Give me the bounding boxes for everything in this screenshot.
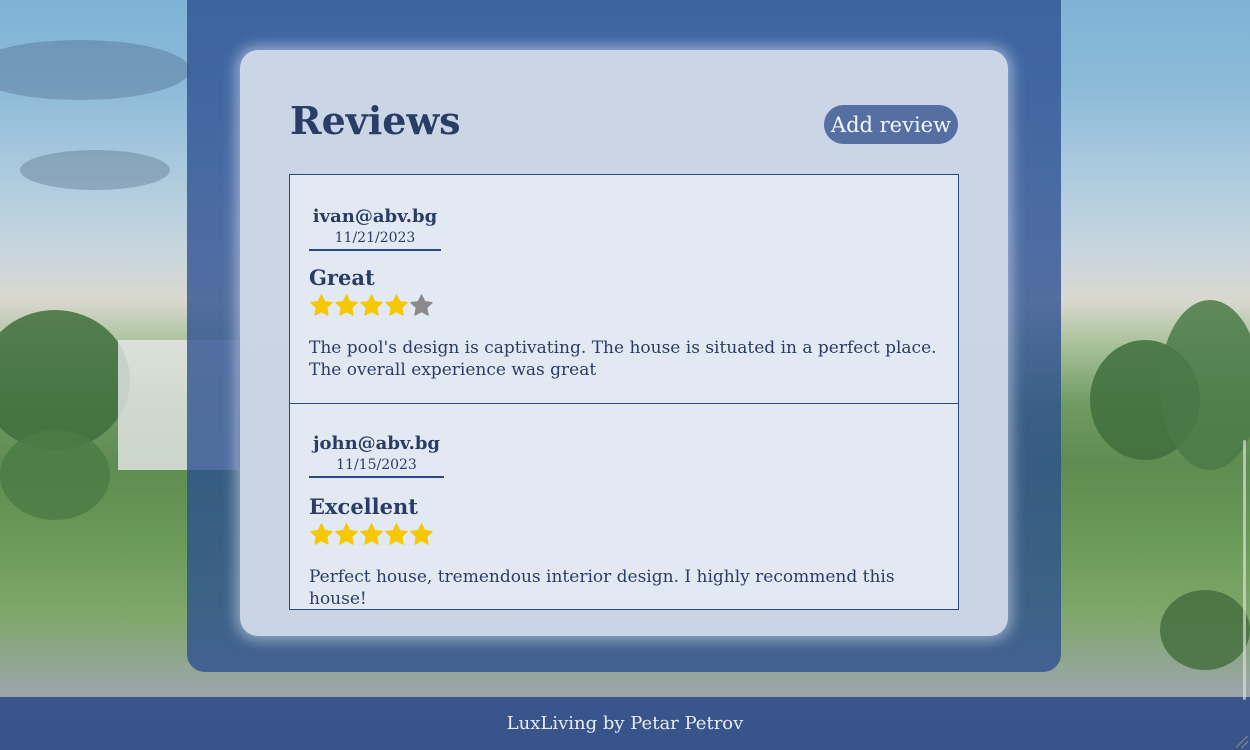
star-icon [309,522,334,548]
footer: LuxLiving by Petar Petrov [0,697,1250,750]
star-icon [334,293,359,319]
tree [0,430,110,520]
star-icon [309,293,334,319]
cloud [20,150,170,190]
tree [1160,300,1250,470]
review-text: The pool's design is captivating. The ho… [309,338,937,380]
reviews-list[interactable]: ivan@abv.bg 11/21/2023 Great The pool's … [289,174,959,610]
resize-grip-icon[interactable] [1236,736,1248,748]
scrollbar[interactable] [1243,440,1246,700]
review-item: john@abv.bg 11/15/2023 Excellent Perfect… [290,404,958,609]
star-icon [359,293,384,319]
star-icon [334,522,359,548]
tree [1160,590,1250,670]
review-item: ivan@abv.bg 11/21/2023 Great The pool's … [290,175,958,404]
footer-text: LuxLiving by Petar Petrov [506,713,744,734]
review-author-block: john@abv.bg 11/15/2023 [309,432,444,478]
star-icon [384,293,409,319]
review-text: Perfect house, tremendous interior desig… [309,567,895,609]
review-title: Excellent [309,494,418,519]
review-rating [309,293,434,321]
star-icon [384,522,409,548]
review-author: ivan@abv.bg [312,206,438,227]
review-title: Great [309,265,375,290]
review-author-block: ivan@abv.bg 11/21/2023 [309,205,441,251]
review-date: 11/21/2023 [334,230,416,246]
page-title: Reviews [290,98,461,143]
star-icon [359,522,384,548]
review-author: john@abv.bg [312,433,441,454]
review-date: 11/15/2023 [336,457,417,473]
add-review-button[interactable]: Add review [824,105,958,144]
star-icon [409,293,434,319]
review-rating [309,522,434,550]
tree [0,310,130,450]
cloud [0,40,190,100]
star-icon [409,522,434,548]
